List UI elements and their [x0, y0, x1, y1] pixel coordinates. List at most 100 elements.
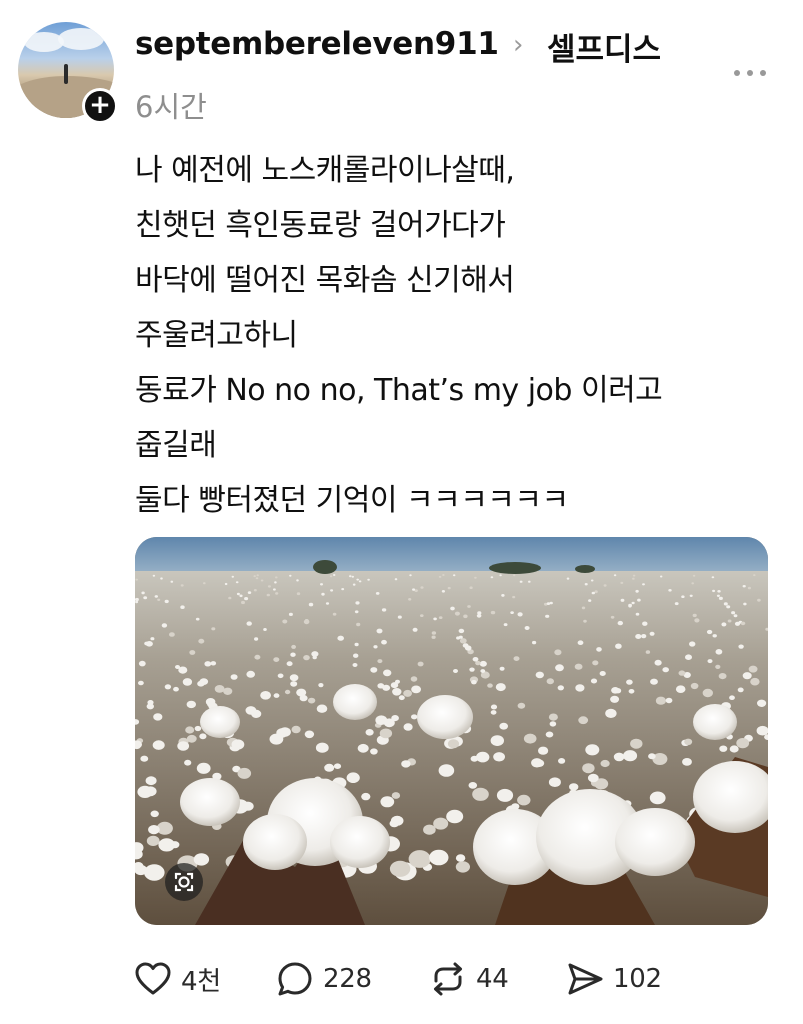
cotton-speck — [247, 591, 252, 594]
cotton-speck — [291, 644, 296, 649]
cotton-speck — [144, 864, 165, 881]
like-button[interactable]: 4천 — [133, 955, 221, 1003]
cotton-speck — [291, 725, 301, 734]
cotton-speck — [477, 611, 482, 615]
cotton-speck — [731, 611, 736, 615]
cotton-speck — [549, 721, 557, 727]
cotton-speck — [499, 574, 502, 577]
cotton-speck — [349, 575, 352, 578]
cotton-speck — [459, 638, 467, 644]
cotton-speck — [224, 582, 228, 586]
cotton-speck — [490, 710, 497, 715]
cotton-speck — [289, 674, 299, 682]
cotton-speck — [479, 660, 487, 667]
cotton-speck — [496, 788, 514, 802]
cotton-speck — [390, 682, 399, 689]
repost-icon — [434, 962, 462, 996]
cotton-speck — [472, 787, 489, 801]
cotton-speck — [141, 591, 145, 595]
cotton-speck — [410, 676, 418, 682]
cotton-speck — [532, 640, 537, 645]
cotton-speck — [645, 650, 651, 654]
cotton-speck — [467, 605, 471, 608]
cotton-speck — [260, 579, 264, 582]
cotton-speck — [253, 575, 256, 578]
cotton-speck — [490, 704, 498, 710]
image-search-icon[interactable] — [165, 863, 203, 901]
cotton-speck — [429, 849, 449, 866]
post-text-line: 주울려고하니 — [135, 318, 298, 353]
cotton-speck — [453, 574, 456, 577]
cotton-speck — [581, 606, 586, 610]
cotton-speck — [150, 810, 159, 818]
cotton-speck — [196, 762, 211, 774]
cotton-speck — [442, 574, 445, 576]
cotton-speck — [476, 751, 490, 763]
follow-button[interactable]: + — [82, 88, 118, 124]
cotton-speck — [199, 678, 209, 685]
cotton-speck — [164, 684, 172, 690]
cotton-speck — [239, 594, 243, 598]
cotton-speck — [464, 645, 472, 651]
cotton-speck — [615, 643, 622, 649]
cotton-speck — [376, 628, 383, 634]
cotton-speck — [729, 695, 735, 700]
community-name[interactable]: 셀프디스 — [547, 24, 661, 69]
cotton-speck — [535, 671, 544, 679]
cotton-speck — [211, 627, 216, 631]
cotton-speck — [353, 653, 359, 658]
cotton-speck — [352, 583, 356, 586]
cotton-speck — [630, 738, 643, 749]
cotton-speck — [161, 623, 168, 628]
more-options-button[interactable] — [728, 60, 772, 84]
cotton-speck — [267, 585, 271, 588]
cotton-speck — [613, 574, 617, 577]
post-image[interactable] — [135, 537, 768, 925]
cotton-speck — [614, 688, 622, 694]
cotton-speck — [583, 619, 587, 623]
cotton-speck — [152, 574, 156, 577]
comment-button[interactable]: 228 — [275, 955, 372, 1003]
cotton-speck — [635, 612, 640, 616]
cotton-speck — [524, 626, 530, 630]
cotton-speck — [447, 586, 451, 590]
cotton-speck — [412, 627, 418, 632]
cotton-speck — [290, 652, 296, 657]
cotton-speck — [198, 638, 205, 644]
post-text-line: 친햇던 흑인동료랑 걸어가다가 — [135, 208, 506, 243]
cotton-speck — [346, 772, 360, 783]
cotton-speck — [403, 723, 413, 731]
cotton-speck — [742, 585, 746, 588]
share-button[interactable]: 102 — [565, 955, 662, 1003]
heart-icon — [135, 962, 171, 995]
cotton-speck — [361, 792, 371, 801]
cotton-speck — [170, 580, 174, 583]
cotton-speck — [513, 656, 520, 661]
cotton-speck — [164, 599, 169, 604]
cotton-speck — [296, 592, 301, 596]
cotton-speck — [480, 669, 486, 673]
cotton-speck — [734, 621, 741, 626]
cotton-speck — [382, 684, 391, 691]
cotton-speck — [736, 738, 750, 749]
cotton-speck — [548, 777, 561, 787]
cotton-speck — [354, 610, 359, 614]
cotton-speck — [266, 593, 270, 597]
cotton-speck — [284, 689, 291, 695]
cotton-speck — [367, 578, 370, 581]
cotton-speck — [158, 838, 175, 852]
cotton-speck — [490, 576, 494, 579]
cotton-speck — [315, 742, 329, 753]
cotton-speck — [329, 575, 333, 578]
cotton-field-image — [135, 537, 768, 925]
cotton-speck — [620, 598, 625, 602]
post-text-line: 나 예전에 노스캐롤라이나살때, — [135, 153, 515, 188]
repost-button[interactable]: 44 — [428, 955, 509, 1003]
cotton-speck — [185, 726, 195, 734]
chevron-right-icon: › — [513, 30, 524, 60]
post-text-line: 둘다 빵터졌던 기억이 ㅋㅋㅋㅋㅋㅋ — [135, 483, 569, 518]
cotton-speck — [175, 665, 180, 669]
cotton-speck — [453, 669, 458, 673]
author-username[interactable]: septembereleven911 — [135, 26, 499, 62]
cotton-speck — [135, 597, 139, 602]
